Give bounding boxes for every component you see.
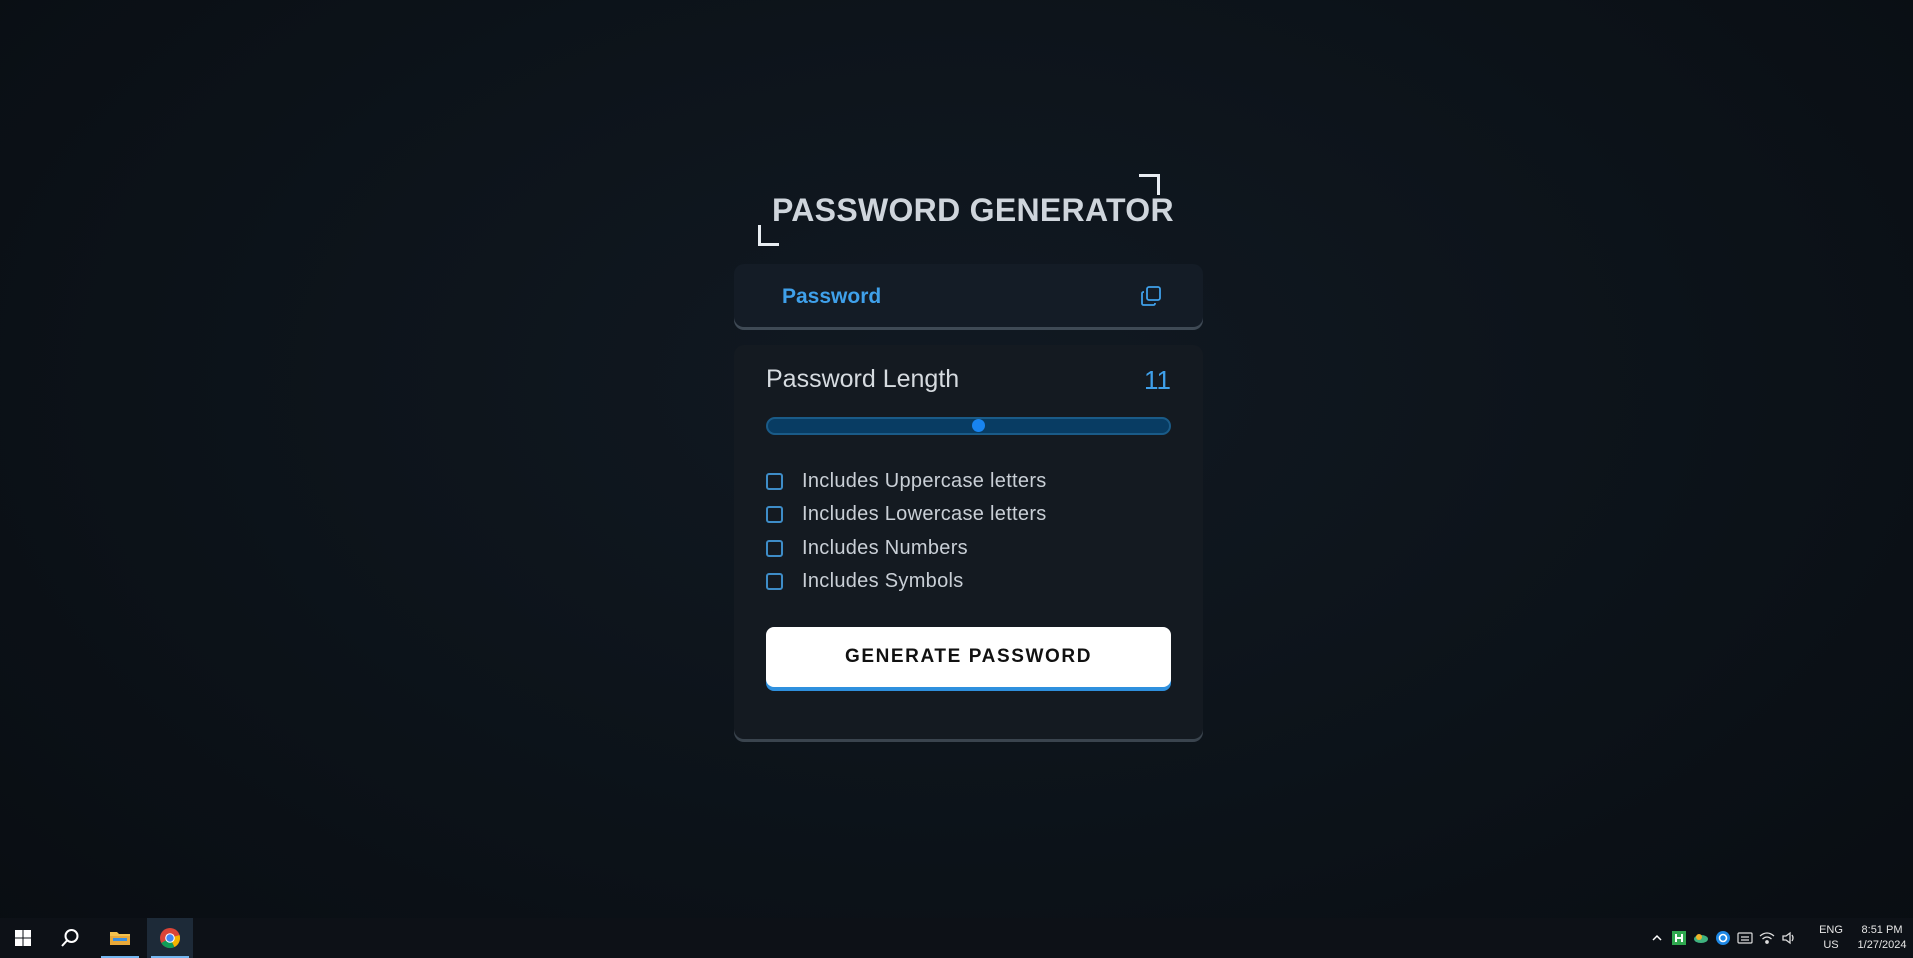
- numbers-checkbox[interactable]: [766, 539, 783, 557]
- copy-icon[interactable]: [1139, 284, 1163, 308]
- taskbar: ENG US 8:51 PM 1/27/2024: [0, 918, 1913, 958]
- option-label: Includes Lowercase letters: [802, 502, 1047, 525]
- language-code: ENG: [1819, 924, 1843, 936]
- password-display: Password: [734, 264, 1203, 327]
- system-tray: [1646, 918, 1800, 958]
- green-h-icon[interactable]: [1670, 929, 1688, 947]
- chevron-up-icon[interactable]: [1648, 929, 1666, 947]
- uppercase-checkbox[interactable]: [766, 472, 783, 490]
- password-output: Password: [782, 285, 882, 308]
- wifi-icon[interactable]: [1758, 929, 1776, 947]
- clock[interactable]: 8:51 PM 1/27/2024: [1852, 923, 1912, 953]
- title-block: PASSWORD GENERATOR: [754, 172, 1174, 248]
- option-numbers[interactable]: Includes Numbers: [766, 534, 968, 562]
- option-uppercase[interactable]: Includes Uppercase letters: [766, 467, 1047, 495]
- language-region: US: [1823, 939, 1839, 951]
- option-label: Includes Numbers: [802, 536, 968, 559]
- chrome-icon[interactable]: [147, 918, 193, 958]
- symbols-checkbox[interactable]: [766, 572, 783, 590]
- option-label: Includes Symbols: [802, 569, 964, 592]
- length-label: Password Length: [766, 365, 960, 393]
- app-page: PASSWORD GENERATOR Password Password Len…: [0, 0, 1913, 918]
- settings-panel: Password Length 11 Includes Uppercase le…: [734, 345, 1203, 739]
- page-title: PASSWORD GENERATOR: [772, 192, 1174, 228]
- clock-time: 8:51 PM: [1861, 924, 1903, 936]
- generate-password-button[interactable]: GENERATE PASSWORD: [766, 627, 1171, 687]
- q-icon[interactable]: [1714, 929, 1732, 947]
- keyboard-icon[interactable]: [1736, 929, 1754, 947]
- volume-icon[interactable]: [1780, 929, 1798, 947]
- option-lowercase[interactable]: Includes Lowercase letters: [766, 500, 1047, 528]
- lowercase-checkbox[interactable]: [766, 505, 783, 523]
- option-label: Includes Uppercase letters: [802, 469, 1047, 492]
- clock-date: 1/27/2024: [1857, 939, 1907, 951]
- option-symbols[interactable]: Includes Symbols: [766, 567, 964, 595]
- slider-thumb[interactable]: [971, 419, 985, 432]
- cloud-icon[interactable]: [1692, 929, 1710, 947]
- language-indicator[interactable]: ENG US: [1816, 923, 1846, 953]
- length-slider[interactable]: [766, 417, 1171, 435]
- windows-start-icon[interactable]: [0, 918, 46, 958]
- length-value: 11: [1144, 365, 1171, 395]
- search-icon[interactable]: [47, 918, 93, 958]
- file-explorer-icon[interactable]: [97, 918, 143, 958]
